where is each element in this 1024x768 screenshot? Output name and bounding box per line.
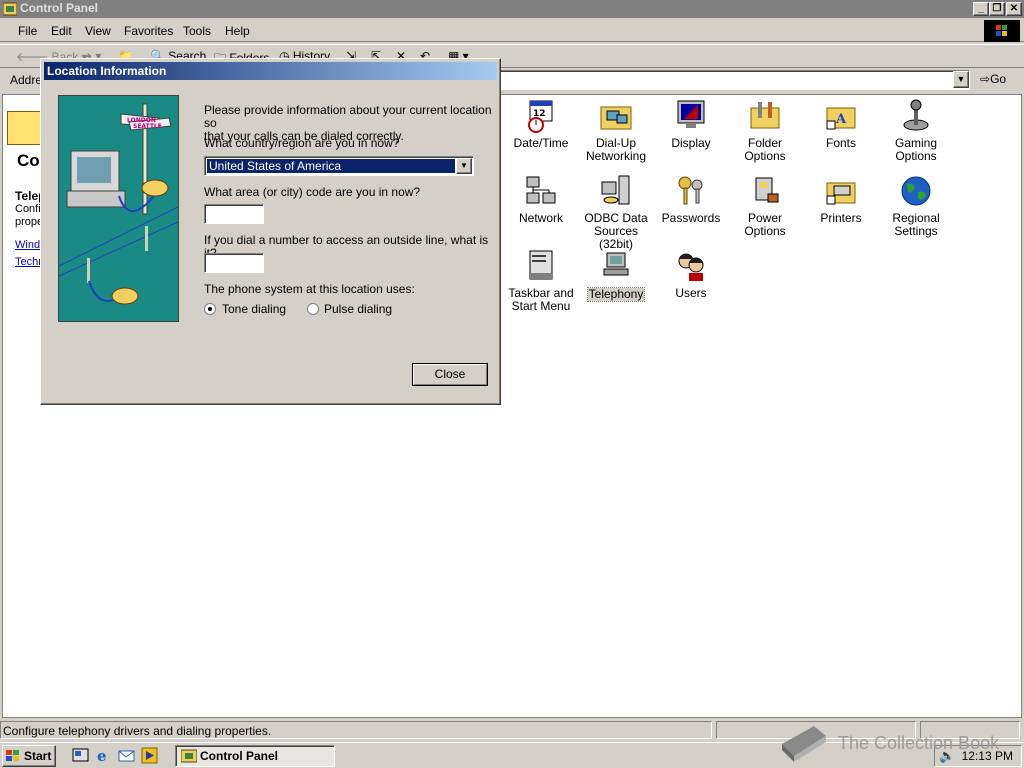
media-player-icon[interactable] bbox=[141, 747, 158, 764]
menu-edit[interactable]: Edit bbox=[51, 24, 72, 38]
close-button[interactable]: Close bbox=[412, 363, 488, 386]
tone-dialing-label[interactable]: Tone dialing bbox=[222, 303, 286, 316]
taskbar-icon bbox=[524, 249, 558, 283]
country-label: What country/region are you in now? bbox=[204, 136, 400, 150]
item-folder-options[interactable]: Folder Options bbox=[725, 99, 805, 163]
item-taskbar-start-menu[interactable]: Taskbar and Start Menu bbox=[501, 249, 581, 313]
dial-up-folder-icon bbox=[599, 99, 633, 133]
address-label: Addre bbox=[10, 73, 43, 87]
location-information-dialog: Location Information LONDON SEATTLE Plea… bbox=[40, 58, 501, 405]
chevron-down-icon[interactable]: ▼ bbox=[456, 158, 472, 174]
network-icon bbox=[524, 174, 558, 208]
item-printers[interactable]: Printers bbox=[801, 174, 881, 225]
status-text: Configure telephony drivers and dialing … bbox=[0, 721, 712, 739]
odbc-icon bbox=[599, 174, 633, 208]
item-power-options[interactable]: Power Options bbox=[725, 174, 805, 238]
item-regional-settings[interactable]: Regional Settings bbox=[876, 174, 956, 238]
item-network[interactable]: Network bbox=[501, 174, 581, 225]
go-arrow-icon: ⇨ bbox=[980, 72, 991, 86]
menu-view[interactable]: View bbox=[85, 24, 111, 38]
window-titlebar[interactable]: Control Panel _ ❐ ✕ bbox=[0, 0, 1024, 18]
watermark: The Collection Book bbox=[776, 722, 1016, 766]
telephony-illustration: LONDON SEATTLE bbox=[58, 95, 179, 322]
control-panel-small-icon bbox=[181, 749, 197, 763]
menu-favorites[interactable]: Favorites bbox=[124, 24, 173, 38]
globe-icon bbox=[899, 174, 933, 208]
menu-help[interactable]: Help bbox=[225, 24, 250, 38]
svg-text:e: e bbox=[97, 747, 107, 764]
phone-system-label: The phone system at this location uses: bbox=[204, 282, 415, 296]
telephony-icon bbox=[599, 249, 633, 283]
minimize-button[interactable]: _ bbox=[973, 2, 989, 16]
item-telephony[interactable]: Telephony bbox=[576, 249, 656, 302]
fonts-folder-icon: A bbox=[824, 99, 858, 133]
calendar-clock-icon: 12 bbox=[524, 99, 558, 133]
dialog-title[interactable]: Location Information bbox=[44, 62, 497, 80]
tone-dialing-radio[interactable] bbox=[204, 303, 216, 315]
printers-folder-icon bbox=[824, 174, 858, 208]
control-panel-icon bbox=[3, 2, 17, 16]
windows-flag-icon bbox=[6, 750, 19, 761]
control-panel-large-icon bbox=[7, 111, 41, 145]
item-users[interactable]: Users bbox=[651, 249, 731, 300]
country-region-select[interactable]: United States of America ▼ bbox=[204, 156, 474, 176]
power-plug-icon bbox=[748, 174, 782, 208]
item-gaming-options[interactable]: Gaming Options bbox=[876, 99, 956, 163]
windows-logo bbox=[984, 20, 1020, 42]
go-button[interactable]: ⇨Go bbox=[980, 72, 1006, 86]
svg-text:SEATTLE: SEATTLE bbox=[133, 123, 162, 130]
address-dropdown-button[interactable]: ▼ bbox=[953, 71, 969, 88]
menu-tools[interactable]: Tools bbox=[183, 24, 211, 38]
start-button[interactable]: Start bbox=[2, 745, 56, 767]
menu-bar: File Edit View Favorites Tools Help bbox=[0, 20, 1024, 42]
pulse-dialing-radio[interactable] bbox=[307, 303, 319, 315]
menu-file[interactable]: File bbox=[18, 24, 37, 38]
taskbar-control-panel-button[interactable]: Control Panel bbox=[175, 745, 335, 767]
outlook-express-icon[interactable] bbox=[118, 747, 135, 764]
panel-description: Confi prope bbox=[15, 203, 43, 228]
restore-button[interactable]: ❐ bbox=[989, 2, 1005, 16]
close-window-button[interactable]: ✕ bbox=[1006, 2, 1022, 16]
svg-text:A: A bbox=[835, 112, 847, 127]
item-fonts[interactable]: A Fonts bbox=[801, 99, 881, 150]
item-date-time[interactable]: 12 Date/Time bbox=[501, 99, 581, 150]
item-passwords[interactable]: Passwords bbox=[651, 174, 731, 225]
keys-icon bbox=[674, 174, 708, 208]
joystick-icon bbox=[899, 99, 933, 133]
window-title: Control Panel bbox=[20, 1, 99, 15]
area-code-label: What area (or city) code are you in now? bbox=[204, 185, 421, 199]
item-display[interactable]: Display bbox=[651, 99, 731, 150]
area-code-input[interactable] bbox=[204, 204, 264, 224]
item-dial-up-networking[interactable]: Dial-Up Networking bbox=[576, 99, 656, 163]
users-icon bbox=[674, 249, 708, 283]
outside-line-input[interactable] bbox=[204, 253, 264, 273]
display-monitor-icon bbox=[674, 99, 708, 133]
folder-options-icon bbox=[748, 99, 782, 133]
internet-explorer-icon[interactable]: e bbox=[95, 747, 112, 764]
book-icon bbox=[782, 726, 826, 762]
pulse-dialing-label[interactable]: Pulse dialing bbox=[324, 303, 392, 316]
item-odbc-data-sources[interactable]: ODBC Data Sources (32bit) bbox=[576, 174, 656, 251]
show-desktop-icon[interactable] bbox=[72, 747, 89, 764]
country-selected-value: United States of America bbox=[206, 158, 456, 174]
